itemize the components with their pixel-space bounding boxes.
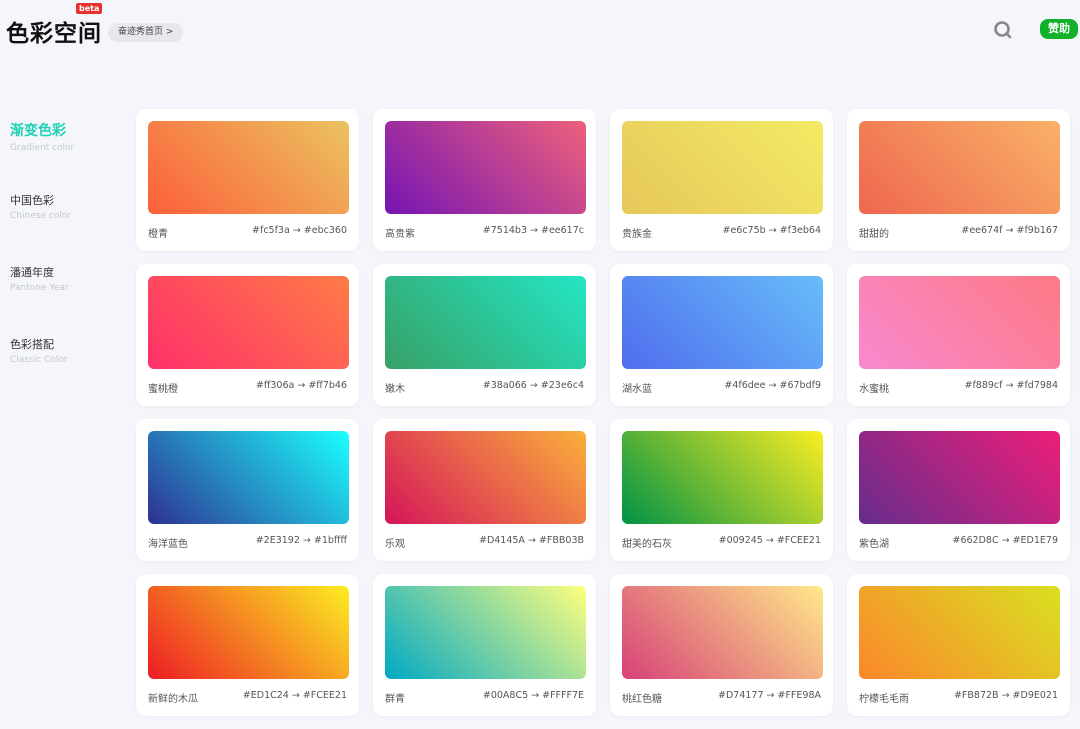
gradient-card[interactable]: 橙青 #fc5f3a → #ebc360 [136, 109, 359, 251]
gradient-name: 紫色湖 [859, 539, 889, 550]
gradient-codes[interactable]: #fc5f3a → #ebc360 [252, 225, 347, 236]
gradient-swatch[interactable] [148, 276, 349, 369]
sidebar-item-sublabel: Classic Color [10, 355, 68, 365]
gradient-swatch[interactable] [859, 586, 1060, 679]
gradient-name: 蜜桃橙 [148, 384, 178, 395]
gradient-codes[interactable]: #ED1C24 → #FCEE21 [243, 690, 347, 701]
gradient-name: 湖水蓝 [622, 384, 652, 395]
sidebar-item-sublabel: Chinese color [10, 211, 71, 221]
gradient-swatch[interactable] [859, 121, 1060, 214]
header: 色彩空间 beta 奋迹秀首页 > 赞助 [0, 0, 1080, 60]
sidebar-item-pantone[interactable]: 潘通年度 Pantone Year [10, 264, 120, 293]
gradient-card[interactable]: 海洋蓝色 #2E3192 → #1bffff [136, 419, 359, 561]
gradient-swatch[interactable] [148, 121, 349, 214]
gradient-name: 乐观 [385, 539, 405, 550]
gradient-swatch[interactable] [385, 121, 586, 214]
sidebar-item-chinese[interactable]: 中国色彩 Chinese color [10, 192, 120, 221]
gradient-codes[interactable]: #38a066 → #23e6c4 [483, 380, 584, 391]
gradient-card[interactable]: 乐观 #D4145A → #FBB03B [373, 419, 596, 561]
gradient-swatch[interactable] [385, 586, 586, 679]
sidebar-item-label: 中国色彩 [10, 194, 54, 207]
gradient-card[interactable]: 桃红色糖 #D74177 → #FFE98A [610, 574, 833, 716]
gradient-name: 嫩木 [385, 384, 405, 395]
gradient-codes[interactable]: #7514b3 → #ee617c [483, 225, 584, 236]
sidebar-item-classic[interactable]: 色彩搭配 Classic Color [10, 336, 120, 365]
gradient-card[interactable]: 蜜桃橙 #ff306a → #ff7b46 [136, 264, 359, 406]
gradient-codes[interactable]: #D4145A → #FBB03B [479, 535, 584, 546]
gradient-swatch[interactable] [859, 276, 1060, 369]
gradient-name: 甜美的石灰 [622, 539, 672, 550]
gradient-name: 海洋蓝色 [148, 539, 188, 550]
gradient-codes[interactable]: #ff306a → #ff7b46 [256, 380, 347, 391]
sidebar-item-label: 色彩搭配 [10, 338, 54, 351]
gradient-name: 群青 [385, 694, 405, 705]
gradient-card[interactable]: 水蜜桃 #f889cf → #fd7984 [847, 264, 1070, 406]
sidebar-item-label: 渐变色彩 [10, 123, 66, 139]
gradient-name: 贵族金 [622, 229, 652, 240]
sidebar-item-label: 潘通年度 [10, 266, 54, 279]
gradient-codes[interactable]: #f889cf → #fd7984 [964, 380, 1058, 391]
gradient-codes[interactable]: #00A8C5 → #FFFF7E [483, 690, 584, 701]
donate-button[interactable]: 赞助 [1040, 19, 1078, 39]
gradient-name: 水蜜桃 [859, 384, 889, 395]
gradient-codes[interactable]: #009245 → #FCEE21 [719, 535, 821, 546]
gradient-name: 甜甜的 [859, 229, 889, 240]
gradient-card[interactable]: 嫩木 #38a066 → #23e6c4 [373, 264, 596, 406]
gradient-card[interactable]: 柠檬毛毛雨 #FB872B → #D9E021 [847, 574, 1070, 716]
sidebar-item-gradient[interactable]: 渐变色彩 Gradient color [10, 120, 120, 153]
gradient-swatch[interactable] [385, 276, 586, 369]
gradient-codes[interactable]: #FB872B → #D9E021 [954, 690, 1058, 701]
sidebar-item-sublabel: Gradient color [10, 143, 75, 153]
gradient-codes[interactable]: #ee674f → #f9b167 [961, 225, 1058, 236]
gradient-card[interactable]: 高贵紫 #7514b3 → #ee617c [373, 109, 596, 251]
gradient-name: 桃红色糖 [622, 694, 662, 705]
gradient-swatch[interactable] [148, 586, 349, 679]
gradient-codes[interactable]: #2E3192 → #1bffff [256, 535, 347, 546]
gradient-swatch[interactable] [622, 121, 823, 214]
gradient-name: 新鲜的木瓜 [148, 694, 198, 705]
gradient-name: 柠檬毛毛雨 [859, 694, 909, 705]
gradient-card[interactable]: 贵族金 #e6c75b → #f3eb64 [610, 109, 833, 251]
site-logo[interactable]: 色彩空间 [6, 14, 102, 48]
gradient-card[interactable]: 新鲜的木瓜 #ED1C24 → #FCEE21 [136, 574, 359, 716]
search-icon[interactable] [993, 20, 1013, 40]
gradient-codes[interactable]: #D74177 → #FFE98A [718, 690, 821, 701]
gradient-name: 高贵紫 [385, 229, 415, 240]
gradient-card[interactable]: 湖水蓝 #4f6dee → #67bdf9 [610, 264, 833, 406]
gradient-card[interactable]: 甜美的石灰 #009245 → #FCEE21 [610, 419, 833, 561]
gradient-card[interactable]: 紫色湖 #662D8C → #ED1E79 [847, 419, 1070, 561]
gradient-swatch[interactable] [622, 276, 823, 369]
sidebar-item-sublabel: Pantone Year [10, 283, 69, 293]
gradient-card[interactable]: 甜甜的 #ee674f → #f9b167 [847, 109, 1070, 251]
gradient-swatch[interactable] [622, 586, 823, 679]
gradient-name: 橙青 [148, 229, 168, 240]
gradient-swatch[interactable] [148, 431, 349, 524]
gradient-codes[interactable]: #4f6dee → #67bdf9 [724, 380, 821, 391]
home-link-button[interactable]: 奋迹秀首页 > [108, 23, 184, 42]
beta-badge: beta [76, 3, 103, 14]
gradient-codes[interactable]: #e6c75b → #f3eb64 [722, 225, 821, 236]
gradient-swatch[interactable] [859, 431, 1060, 524]
gradient-swatch[interactable] [385, 431, 586, 524]
gradient-swatch[interactable] [622, 431, 823, 524]
gradient-codes[interactable]: #662D8C → #ED1E79 [953, 535, 1059, 546]
gradient-card[interactable]: 群青 #00A8C5 → #FFFF7E [373, 574, 596, 716]
